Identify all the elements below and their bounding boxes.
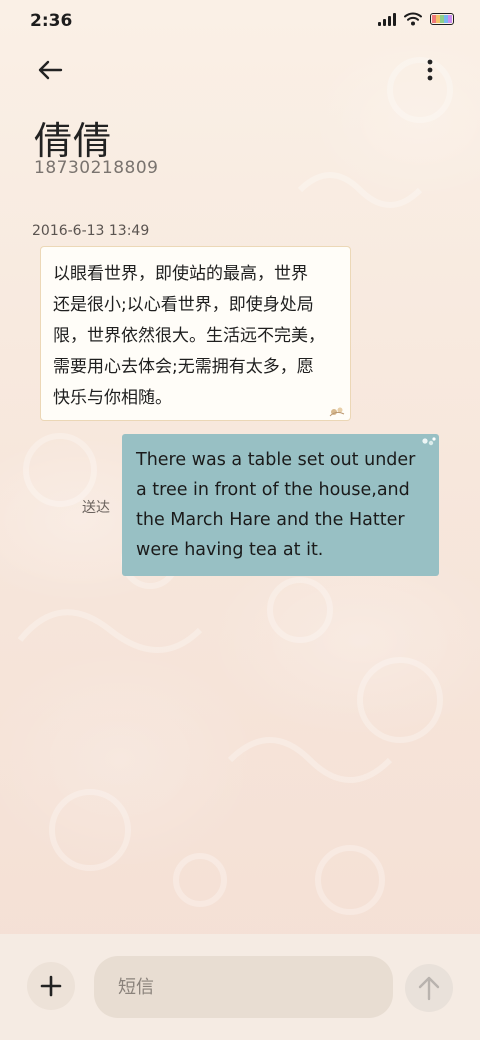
- delivery-status: 送达: [82, 500, 110, 516]
- status-bar: 2:36: [0, 0, 480, 42]
- arrow-up-icon: [418, 976, 440, 1001]
- message-input[interactable]: [94, 956, 393, 1018]
- incoming-message-text: 以眼看世界，即使站的最高，世界 还是很小;以心看世界，即使身处局 限，世界依然很…: [53, 264, 325, 408]
- message-timestamp: 2016-6-13 13:49: [32, 223, 150, 239]
- outgoing-message-text: There was a table set out under a tree i…: [136, 450, 416, 560]
- outgoing-message-bubble[interactable]: There was a table set out under a tree i…: [122, 434, 439, 576]
- add-attachment-button[interactable]: [27, 962, 75, 1010]
- plus-icon: [40, 975, 62, 997]
- more-vertical-icon: [427, 59, 433, 81]
- back-button[interactable]: [30, 52, 70, 88]
- flower-decoration-icon: [329, 407, 345, 417]
- arrow-left-icon: [38, 60, 63, 80]
- wifi-icon: [404, 12, 422, 26]
- battery-icon: [430, 13, 454, 25]
- message-composer: [0, 934, 480, 1040]
- incoming-message-bubble[interactable]: 以眼看世界，即使站的最高，世界 还是很小;以心看世界，即使身处局 限，世界依然很…: [41, 247, 350, 420]
- status-icons: [378, 12, 454, 26]
- contact-number: 18730218809: [34, 158, 159, 178]
- signal-icon: [378, 12, 396, 26]
- send-button[interactable]: [405, 964, 453, 1012]
- status-time: 2:36: [30, 11, 73, 31]
- flower-decoration-icon: [422, 437, 436, 446]
- more-options-button[interactable]: [410, 52, 450, 88]
- contact-name: 倩倩: [34, 119, 113, 163]
